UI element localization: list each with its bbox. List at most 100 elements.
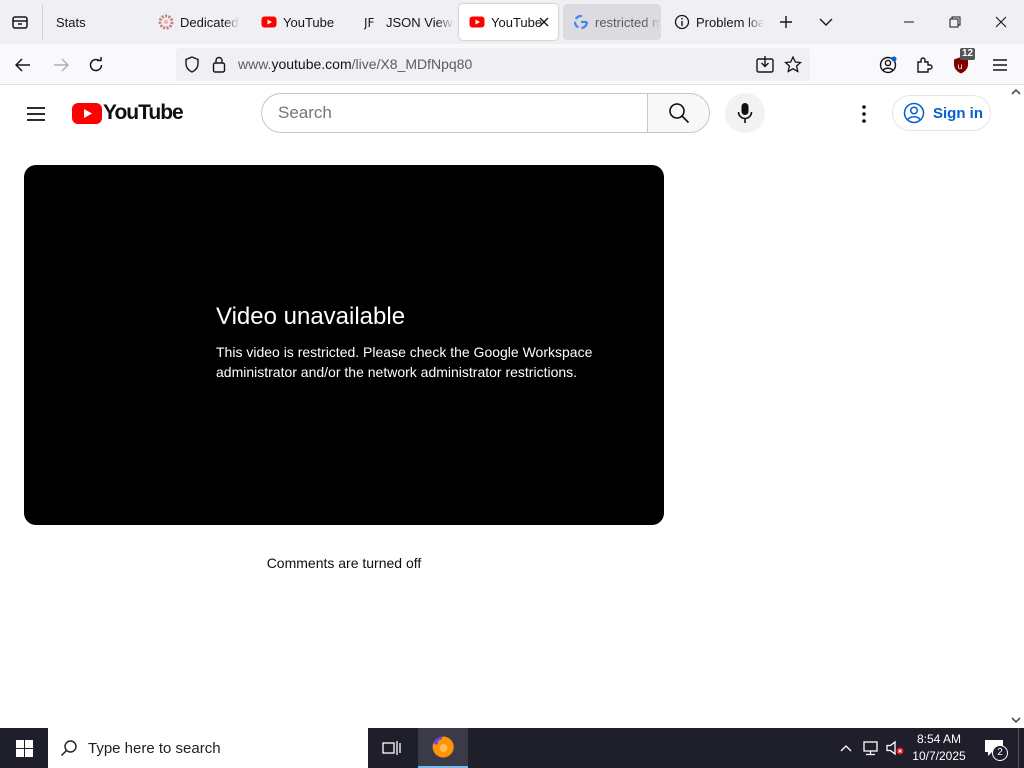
address-bar[interactable]: www.youtube.com/live/X8_MDfNpq80 (176, 48, 810, 81)
lock-icon[interactable] (212, 56, 226, 73)
reload-button[interactable] (81, 50, 111, 80)
restore-icon (949, 16, 961, 28)
tab-divider (42, 4, 43, 40)
close-tab-icon[interactable] (536, 14, 552, 30)
extensions-button[interactable] (909, 50, 939, 80)
plus-icon (780, 16, 792, 28)
restore-button[interactable] (932, 0, 978, 44)
search-icon (668, 103, 689, 124)
taskbar-clock[interactable]: 8:54 AM 10/7/2025 (906, 731, 972, 765)
chevron-up-icon (840, 745, 852, 752)
action-center-button[interactable]: 2 (980, 734, 1008, 762)
youtube-masthead: YouTube Sign in (0, 86, 1008, 142)
ublock-origin-button[interactable]: u 12 (946, 48, 976, 80)
tab-overview-button[interactable] (6, 8, 34, 36)
tab-stats[interactable]: Stats (46, 4, 146, 40)
youtube-logo-text: YouTube (103, 101, 184, 124)
more-vert-icon (862, 105, 866, 123)
network-status-button[interactable] (861, 738, 881, 758)
youtube-logo-icon (72, 102, 102, 124)
tab-overview-icon (12, 16, 28, 29)
task-view-button[interactable] (370, 728, 414, 768)
clock-date: 10/7/2025 (912, 749, 966, 763)
tab-restricted-mode[interactable]: restricted mode (563, 4, 661, 40)
arrow-right-icon (54, 58, 69, 72)
info-icon (674, 14, 690, 30)
account-button[interactable] (873, 50, 903, 80)
account-circle-icon (903, 102, 925, 124)
back-button[interactable] (8, 50, 38, 80)
account-icon (879, 56, 897, 74)
guide-menu-button[interactable] (16, 94, 56, 134)
svg-text:u: u (958, 62, 963, 71)
tab-youtube-active[interactable]: YouTube (459, 4, 558, 40)
search-input[interactable] (278, 102, 628, 124)
tab-youtube[interactable]: YouTube (251, 4, 351, 40)
app-menu-button[interactable] (985, 50, 1015, 80)
voice-search-button[interactable] (725, 93, 765, 133)
minimize-button[interactable] (886, 0, 932, 44)
svg-text:JF: JF (364, 16, 375, 30)
settings-cog-icon (158, 14, 174, 30)
reload-icon (89, 57, 103, 72)
show-desktop-button[interactable] (1018, 728, 1024, 768)
network-icon (863, 741, 878, 756)
microphone-icon (737, 103, 753, 123)
sign-in-label: Sign in (933, 104, 983, 122)
windows-logo-icon (15, 739, 33, 757)
tracking-protection-shield-icon[interactable] (184, 56, 200, 73)
sign-in-button[interactable]: Sign in (892, 95, 991, 131)
tab-label: restricted mode (595, 14, 661, 30)
tab-label: Dedicated (180, 14, 239, 30)
tab-label: JSON Viewer (386, 14, 454, 30)
navigation-toolbar: www.youtube.com/live/X8_MDfNpq80 u 12 (0, 44, 1024, 85)
error-message: This video is restricted. Please check t… (216, 344, 593, 380)
new-tab-button[interactable] (772, 8, 800, 36)
youtube-icon (261, 16, 277, 28)
tab-json-viewer[interactable]: JF JSON Viewer (354, 4, 454, 40)
show-hidden-icons-button[interactable] (836, 738, 856, 758)
url-text[interactable]: www.youtube.com/live/X8_MDfNpq80 (238, 56, 472, 72)
search-box[interactable] (261, 93, 648, 133)
start-button[interactable] (0, 728, 48, 768)
taskbar-search-placeholder: Type here to search (88, 739, 221, 757)
url-host: youtube.com (271, 56, 352, 72)
close-window-button[interactable] (978, 0, 1024, 44)
task-view-icon (382, 741, 401, 755)
youtube-icon (469, 16, 485, 28)
bookmark-star-icon[interactable] (784, 56, 802, 73)
video-player[interactable]: Video unavailable This video is restrict… (24, 165, 664, 525)
tab-label: YouTube (283, 14, 335, 30)
youtube-logo-link[interactable]: YouTube (72, 101, 184, 124)
tab-dedicated[interactable]: Dedicated (148, 4, 248, 40)
google-icon (573, 14, 589, 30)
chevron-down-icon (819, 18, 833, 26)
json-viewer-icon: JF (364, 16, 375, 30)
close-icon (995, 16, 1007, 28)
search-icon (60, 740, 77, 757)
tab-label: Problem loading page (696, 14, 764, 30)
list-all-tabs-button[interactable] (812, 8, 840, 36)
hamburger-menu-icon (993, 59, 1007, 71)
scroll-down-arrow-icon[interactable] (1011, 716, 1021, 724)
windows-taskbar: Type here to search 8:54 AM 10/7/2025 2 (0, 728, 1024, 768)
settings-more-button[interactable] (844, 94, 884, 134)
save-to-device-icon[interactable] (756, 56, 774, 73)
url-prefix: www. (238, 56, 272, 72)
volume-muted-icon (886, 740, 904, 756)
forward-button[interactable] (46, 50, 76, 80)
extension-badge: 12 (960, 48, 976, 60)
minimize-icon (904, 21, 914, 23)
scroll-up-arrow-icon[interactable] (1011, 88, 1021, 96)
page-scrollbar[interactable] (1008, 86, 1024, 728)
tab-label: Stats (56, 14, 86, 30)
taskbar-firefox-button[interactable] (418, 728, 468, 768)
notification-count-badge: 2 (992, 745, 1008, 761)
error-title: Video unavailable (216, 303, 406, 330)
hamburger-menu-icon (27, 107, 45, 121)
volume-button[interactable] (885, 738, 905, 758)
clock-time: 8:54 AM (916, 732, 962, 746)
taskbar-search-box[interactable]: Type here to search (48, 728, 368, 768)
search-button[interactable] (647, 93, 710, 133)
tab-problem-loading[interactable]: Problem loading page (664, 4, 764, 40)
